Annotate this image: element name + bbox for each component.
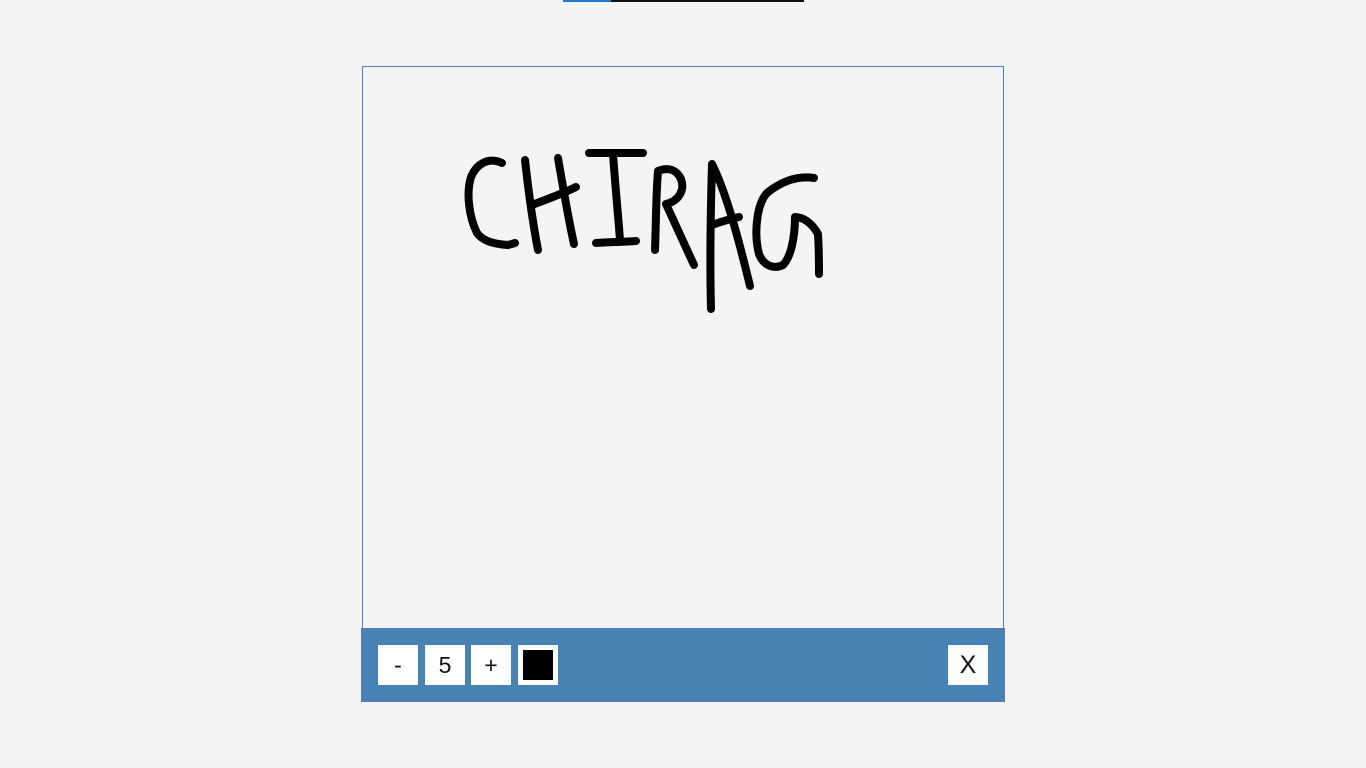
top-progress-bar: [563, 0, 804, 2]
stroke-letter-r: [651, 165, 698, 269]
stroke-letter-h-right: [554, 154, 578, 248]
increase-brush-size-button[interactable]: +: [471, 645, 511, 685]
stroke-letter-i-base: [592, 237, 640, 247]
close-button[interactable]: X: [948, 645, 988, 685]
stroke-letter-i-stem: [609, 150, 624, 244]
stroke-letter-g: [752, 173, 823, 278]
drawing-toolbar: - 5 + X: [361, 628, 1005, 702]
drawing-canvas[interactable]: [362, 66, 1004, 629]
brush-size-display: 5: [425, 645, 465, 685]
decrease-brush-size-button[interactable]: -: [378, 645, 418, 685]
color-picker-button[interactable]: [518, 645, 558, 685]
top-progress-fill: [563, 0, 612, 2]
handwritten-drawing: [464, 149, 823, 313]
stroke-letter-c: [464, 156, 519, 249]
stroke-letter-a-left: [706, 160, 754, 313]
current-color-swatch: [523, 650, 553, 680]
